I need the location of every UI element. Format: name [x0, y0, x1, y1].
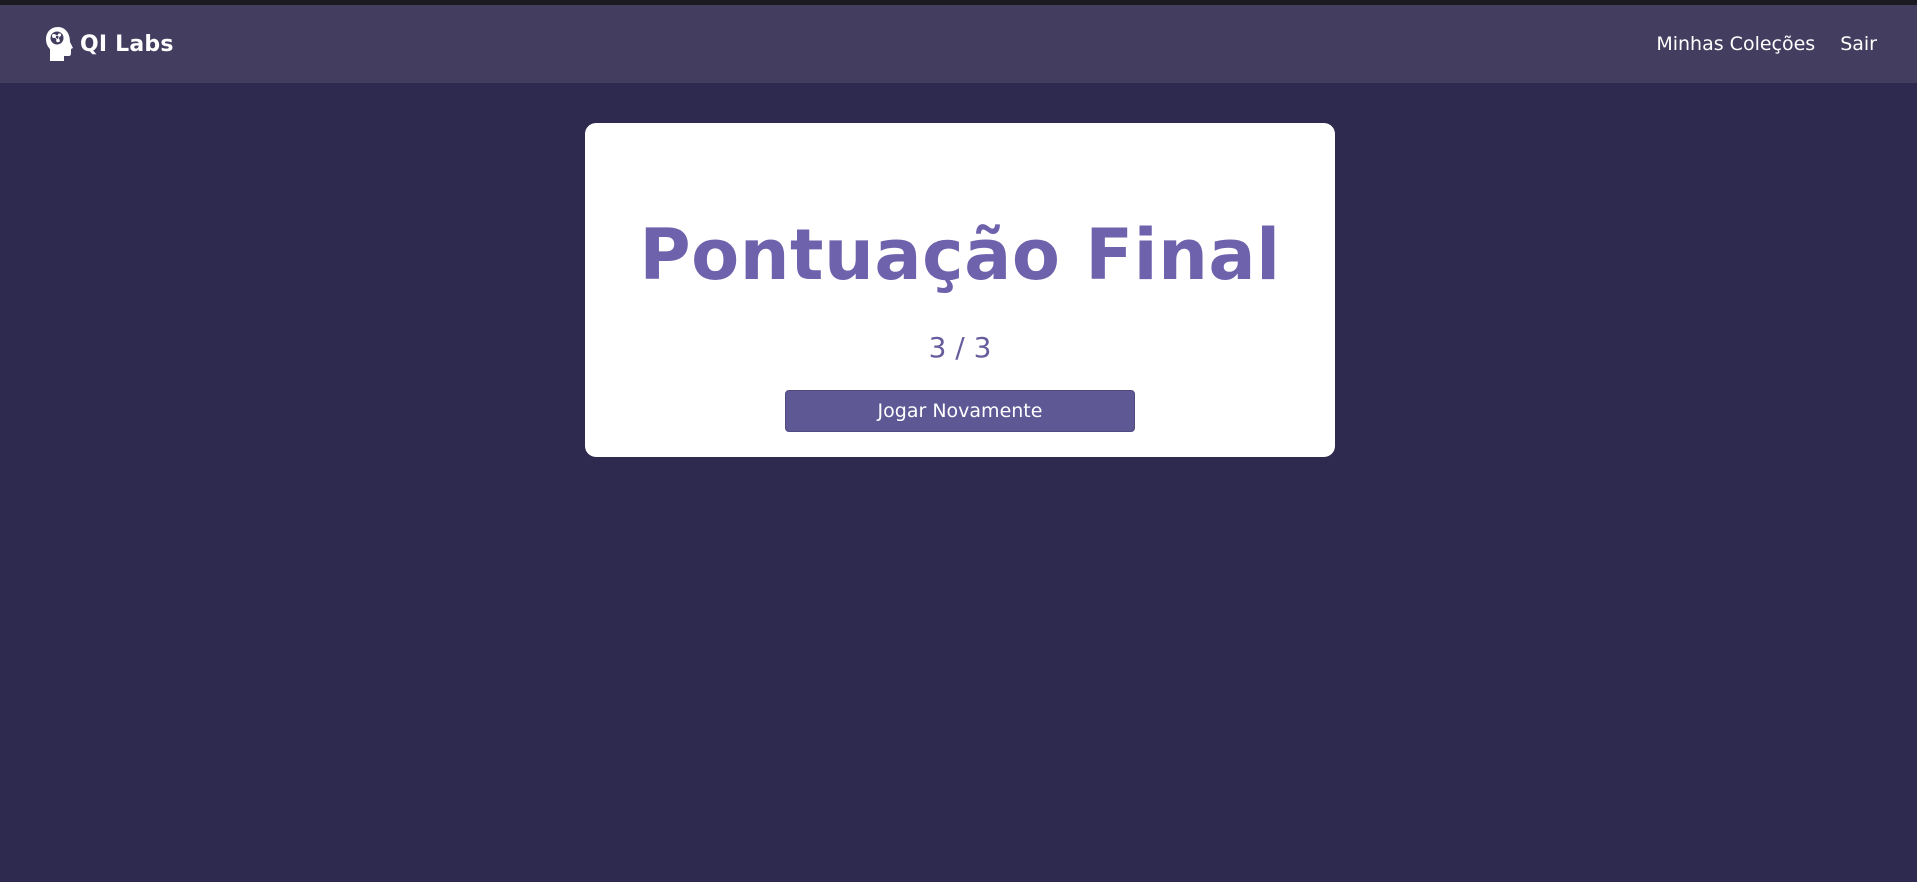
play-again-button[interactable]: Jogar Novamente	[785, 390, 1135, 432]
head-brain-icon	[44, 25, 74, 63]
brand-link[interactable]: QI Labs	[44, 25, 174, 63]
score-value: 3 / 3	[928, 331, 992, 364]
brand-name: QI Labs	[80, 31, 174, 57]
nav-links: Minhas Coleções Sair	[1631, 33, 1877, 55]
navbar: QI Labs Minhas Coleções Sair	[0, 5, 1917, 83]
nav-link-logout[interactable]: Sair	[1840, 33, 1877, 55]
final-score-title: Pontuação Final	[639, 214, 1281, 296]
nav-link-my-collections[interactable]: Minhas Coleções	[1656, 33, 1815, 55]
final-score-card: Pontuação Final 3 / 3 Jogar Novamente	[585, 123, 1335, 457]
